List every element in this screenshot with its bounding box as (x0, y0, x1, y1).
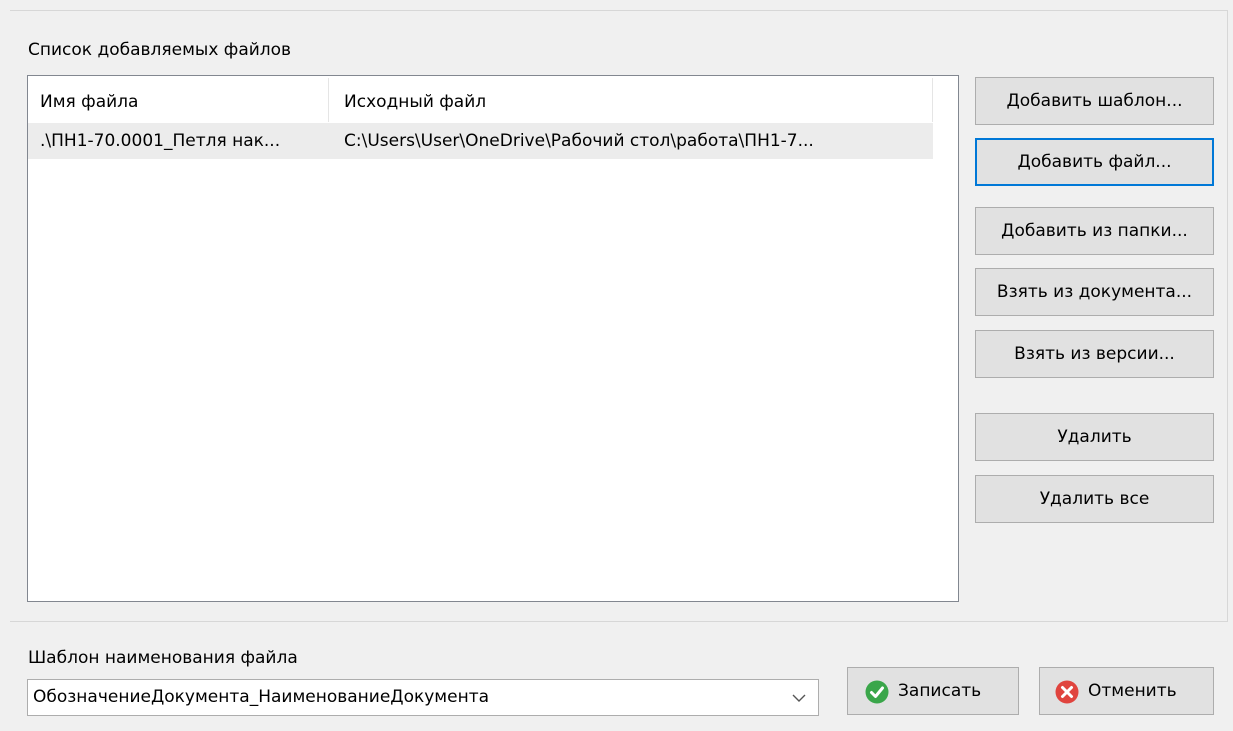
source-file-cell: C:\Users\User\OneDrive\Рабочий стол\рабо… (344, 131, 814, 151)
files-list[interactable]: Имя файла Исходный файл .\ПН1-70.0001_Пе… (27, 75, 959, 602)
filename-template-label: Шаблон наименования файла (28, 648, 298, 668)
filename-template-value: ОбозначениеДокумента_НаименованиеДокумен… (33, 687, 490, 707)
cancel-button[interactable]: Отменить (1039, 667, 1214, 715)
column-divider[interactable] (328, 78, 329, 122)
add-from-folder-button[interactable]: Добавить из папки... (975, 207, 1214, 255)
save-button-label: Записать (898, 681, 982, 701)
delete-all-button[interactable]: Удалить все (975, 475, 1214, 523)
cancel-button-label: Отменить (1088, 681, 1177, 701)
delete-button[interactable]: Удалить (975, 413, 1214, 461)
chevron-down-icon (792, 694, 806, 702)
add-template-button[interactable]: Добавить шаблон... (975, 77, 1214, 125)
filename-template-select[interactable]: ОбозначениеДокумента_НаименованиеДокумен… (27, 679, 819, 716)
take-from-version-button[interactable]: Взять из версии... (975, 330, 1214, 378)
list-header: Имя файла Исходный файл (28, 76, 933, 122)
files-group-label: Список добавляемых файлов (28, 40, 292, 60)
green-check-icon (865, 680, 889, 704)
save-button[interactable]: Записать (847, 667, 1019, 715)
take-from-document-button[interactable]: Взять из документа... (975, 268, 1214, 316)
column-header-file-name[interactable]: Имя файла (40, 76, 138, 122)
list-item[interactable]: .\ПН1-70.0001_Петля нак... C:\Users\User… (28, 123, 933, 159)
column-divider[interactable] (932, 78, 933, 122)
add-file-button[interactable]: Добавить файл... (975, 138, 1214, 186)
red-x-icon (1055, 680, 1079, 704)
column-header-source-file[interactable]: Исходный файл (344, 76, 486, 122)
file-name-cell: .\ПН1-70.0001_Петля нак... (40, 131, 281, 151)
